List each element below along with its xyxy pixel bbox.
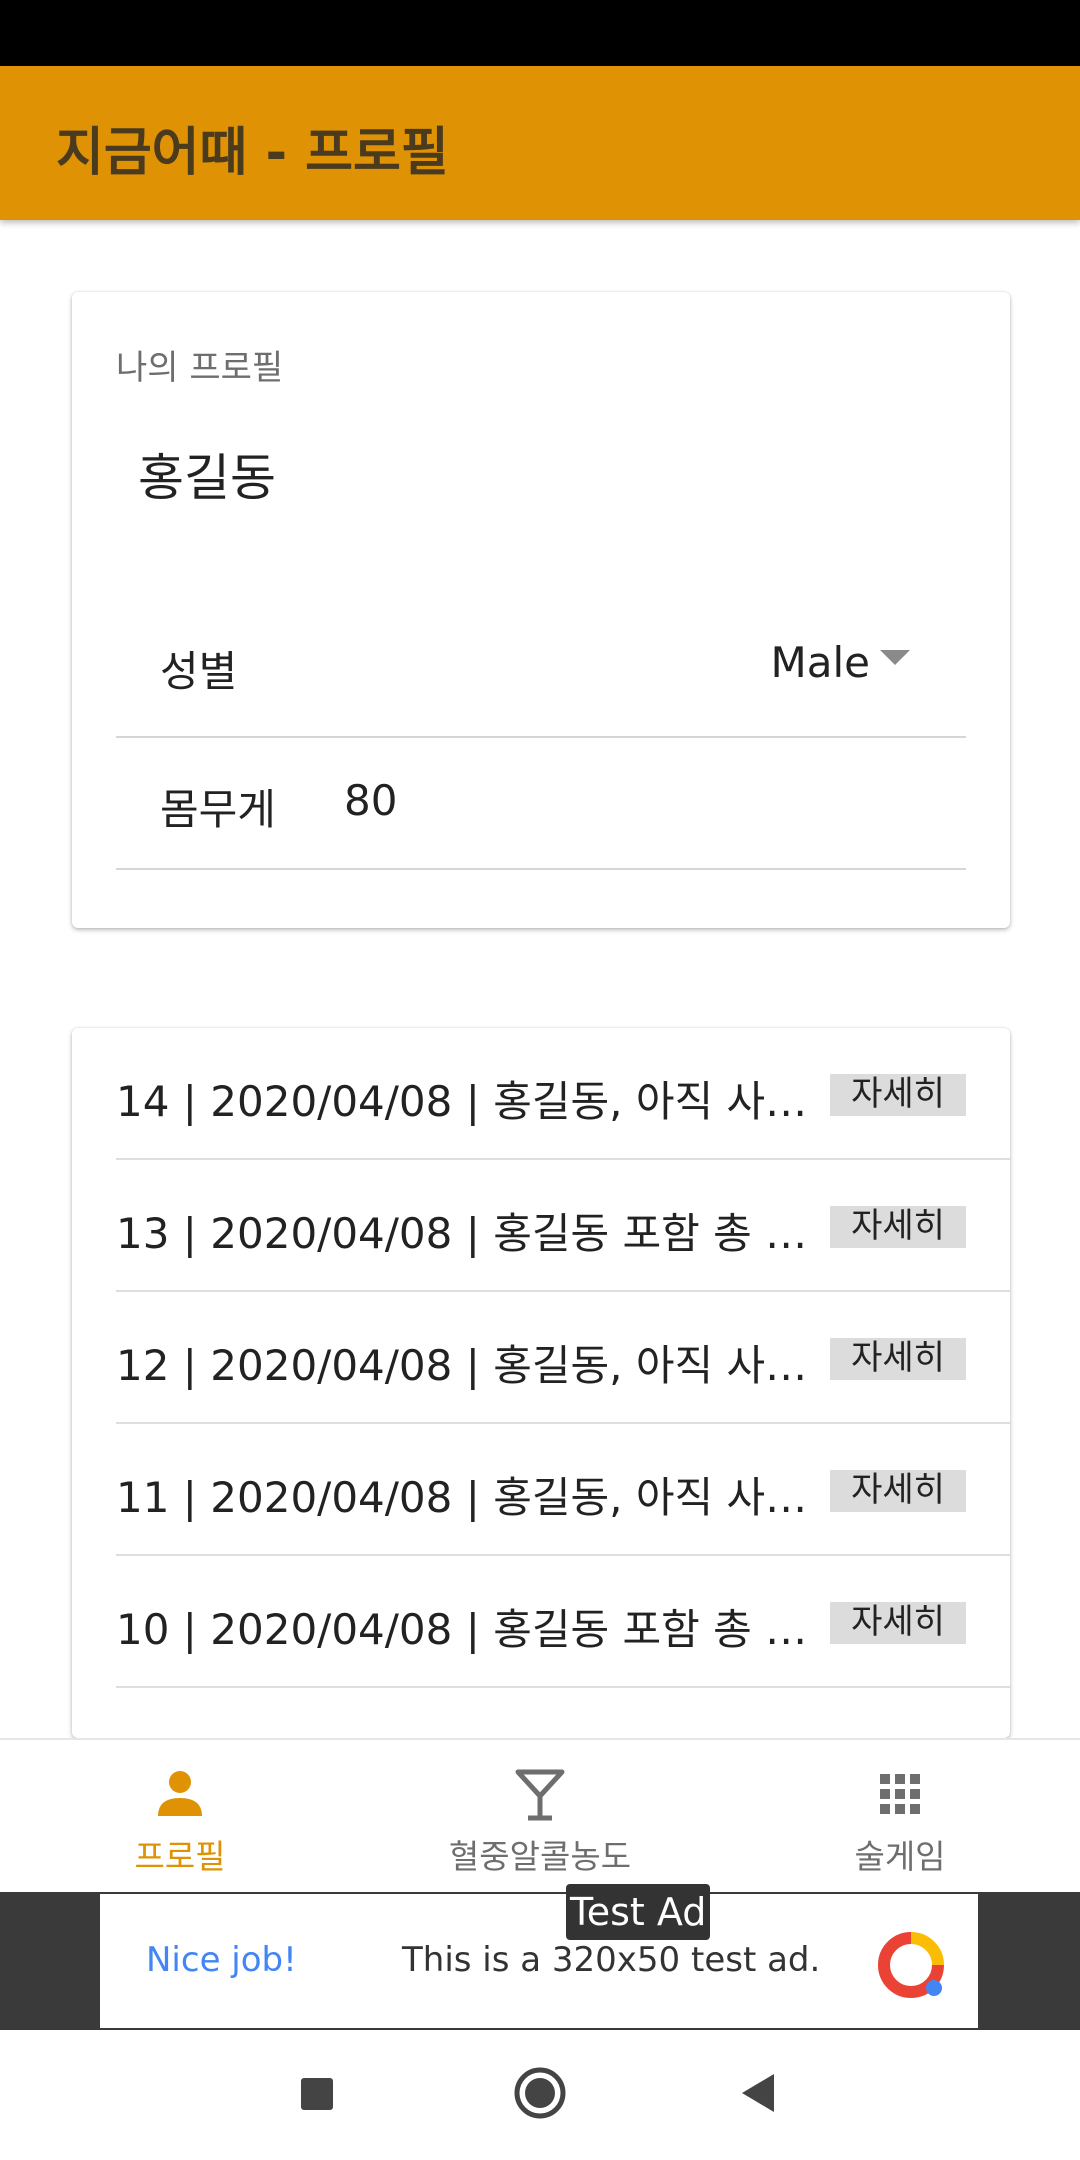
detail-button[interactable]: 자세히 [830,1602,966,1644]
history-text: 12 | 2020/04/08 | 홍길동, 아직 사람이 없어요 [116,1341,816,1390]
history-row: 10 | 2020/04/08 | 홍길동 포함 총 1명 자세히 [116,1556,1010,1688]
nav-item-bac[interactable]: 혈중알콜농도 [360,1740,720,1894]
app-title: 지금어때 - 프로필 [56,123,449,183]
history-text: 11 | 2020/04/08 | 홍길동, 아직 사람이 없어요 [116,1473,816,1522]
weight-label: 몸무게 [160,785,276,834]
ad-headline[interactable]: Nice job! [146,1940,297,1980]
detail-button[interactable]: 자세히 [830,1338,966,1380]
ad-area: Nice job! This is a 320x50 test ad. Test… [0,1884,1080,2030]
admob-logo-icon [878,1932,944,1998]
recents-icon[interactable] [281,2058,351,2128]
history-text: 10 | 2020/04/08 | 홍길동 포함 총 1명 [116,1605,816,1654]
nav-item-drinking-games[interactable]: 술게임 [720,1740,1080,1894]
history-row: 11 | 2020/04/08 | 홍길동, 아직 사람이 없어요 자세히 [116,1424,1010,1556]
nav-item-profile[interactable]: 프로필 [0,1740,360,1894]
nav-label-profile: 프로필 [134,1837,226,1876]
dropdown-arrow-icon[interactable] [880,650,910,665]
history-row: 14 | 2020/04/08 | 홍길동, 아직 사람이 없어요 자세히 [116,1028,1010,1160]
test-ad-badge: Test Ad [566,1884,711,1940]
nav-label-bac: 혈중알콜농도 [448,1837,632,1876]
detail-button[interactable]: 자세히 [830,1206,966,1248]
history-text: 14 | 2020/04/08 | 홍길동, 아직 사람이 없어요 [116,1077,816,1126]
ad-banner[interactable]: Nice job! This is a 320x50 test ad. Test… [100,1884,978,2028]
nav-label-drinking-games: 술게임 [854,1837,946,1876]
cocktail-icon [515,1769,565,1821]
status-bar [0,0,1080,66]
back-icon[interactable] [726,2058,796,2128]
history-card: 14 | 2020/04/08 | 홍길동, 아직 사람이 없어요 자세히 13… [72,1028,1010,1738]
detail-button[interactable]: 자세히 [830,1074,966,1116]
history-row: 12 | 2020/04/08 | 홍길동, 아직 사람이 없어요 자세히 [116,1292,1010,1424]
detail-button[interactable]: 자세히 [830,1470,966,1512]
history-row: 13 | 2020/04/08 | 홍길동 포함 총 1명 자세히 [116,1160,1010,1292]
history-text: 13 | 2020/04/08 | 홍길동 포함 총 1명 [116,1209,816,1258]
profile-card-title: 나의 프로필 [116,348,284,388]
weight-field[interactable]: 80 [344,776,397,825]
app-bar: 지금어때 - 프로필 [0,66,1080,220]
profile-name[interactable]: 홍길동 [138,438,276,510]
ad-body-text[interactable]: This is a 320x50 test ad. [402,1940,820,1980]
system-navigation-bar [0,2030,1080,2160]
home-icon[interactable] [505,2058,575,2128]
gender-select[interactable]: Male [771,638,870,687]
gender-row: 성별 Male [116,604,966,738]
weight-row[interactable]: 몸무게 80 [116,736,966,870]
gender-label: 성별 [160,647,238,696]
person-icon [158,1771,202,1816]
bottom-navigation: 프로필 혈중알콜농도 술게임 [0,1738,1080,1894]
grid-apps-icon [880,1774,920,1814]
